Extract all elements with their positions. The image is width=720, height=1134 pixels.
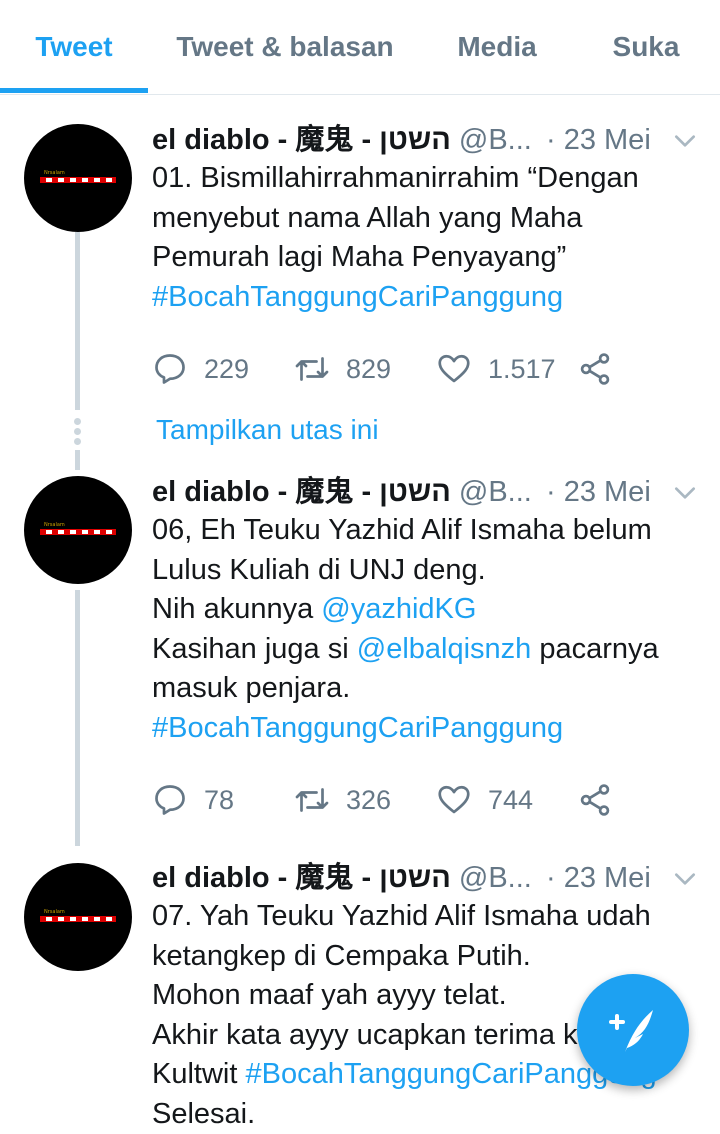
thread-dot (74, 428, 81, 435)
tweet-line: ketangkep di Cempaka Putih. (152, 937, 712, 977)
share-icon (577, 351, 613, 387)
retweet-icon (294, 782, 330, 818)
like-count: 1.517 (488, 349, 556, 389)
heart-icon (436, 351, 472, 387)
author-name[interactable]: el diablo - 魔鬼 - השטן (152, 476, 451, 508)
tweet-line: Nih akunnya @yazhidKG (152, 590, 712, 630)
tweet-line-text: Kasihan juga si (152, 633, 357, 665)
tab-media[interactable]: Media (432, 0, 562, 94)
thread-dot (74, 438, 81, 445)
hashtag-link[interactable]: #BocahTanggungCariPanggung (152, 281, 563, 313)
author-name[interactable]: el diablo - 魔鬼 - השטן (152, 124, 451, 156)
author-handle[interactable]: @B... (459, 124, 532, 156)
svg-text:Nrsalam: Nrsalam (44, 170, 65, 176)
share-icon (577, 782, 613, 818)
tweet-line-text: Kultwit (152, 1058, 245, 1090)
profile-tabs: Tweet Tweet & balasan Media Suka (0, 0, 720, 95)
heart-icon (436, 782, 472, 818)
tweet-line: Lulus Kuliah di UNJ deng. (152, 551, 712, 591)
tweet-line: #BocahTanggungCariPanggung (152, 709, 712, 749)
svg-text:Nrsalam: Nrsalam (44, 522, 65, 528)
tweet-text: 01. Bismillahirrahmanirrahim “Dengan men… (152, 159, 712, 317)
reply-icon (152, 782, 188, 818)
reply-icon (152, 351, 188, 387)
compose-feather-icon (605, 1002, 661, 1058)
thread-dot (74, 418, 81, 425)
avatar-logo-icon: Nrsalam (38, 168, 118, 188)
tweet-header: el diablo - 魔鬼 - השטן @B... (152, 472, 532, 512)
retweet-icon (294, 351, 330, 387)
tweet-line: Pemurah lagi Maha Penyayang” (152, 238, 712, 278)
author-handle[interactable]: @B... (459, 862, 532, 894)
show-thread-link[interactable]: Tampilkan utas ini (156, 410, 379, 450)
thread-line (75, 450, 80, 470)
avatar[interactable]: Nrsalam (24, 476, 132, 584)
compose-tweet-button[interactable] (577, 974, 689, 1086)
reply-count: 78 (204, 780, 234, 820)
author-handle[interactable]: @B... (459, 476, 532, 508)
retweet-count: 326 (346, 780, 391, 820)
tweet-line-text: Nih akunnya (152, 593, 321, 625)
tab-tweet-and-replies[interactable]: Tweet & balasan (152, 0, 418, 94)
hashtag-link[interactable]: #BocahTanggungCariPanggung (152, 712, 563, 744)
avatar[interactable]: Nrsalam (24, 124, 132, 232)
avatar-logo-icon: Nrsalam (38, 907, 118, 927)
tweet-time[interactable]: · 23 Mei (546, 120, 651, 160)
tweet-line: Selesai. (152, 1095, 712, 1134)
tweet-line: 01. Bismillahirrahmanirrahim “Dengan (152, 159, 712, 199)
mention-link[interactable]: @yazhidKG (321, 593, 476, 625)
tweet-line: masuk penjara. (152, 669, 712, 709)
like-count: 744 (488, 780, 533, 820)
tab-likes[interactable]: Suka (590, 0, 702, 94)
tweet-line: 07. Yah Teuku Yazhid Alif Ismaha udah (152, 897, 712, 937)
author-name[interactable]: el diablo - 魔鬼 - השטן (152, 862, 451, 894)
mention-link[interactable]: @elbalqisnzh (357, 633, 532, 665)
thread-line (75, 590, 80, 846)
svg-text:Nrsalam: Nrsalam (44, 909, 65, 915)
tweet-line: menyebut nama Allah yang Maha (152, 199, 712, 239)
chevron-down-icon[interactable] (672, 866, 698, 892)
chevron-down-icon[interactable] (672, 128, 698, 154)
tweet-time[interactable]: · 23 Mei (546, 858, 651, 898)
chevron-down-icon[interactable] (672, 480, 698, 506)
tweet-text: 06, Eh Teuku Yazhid Alif Ismaha belum Lu… (152, 511, 712, 748)
tweet-line: Kasihan juga si @elbalqisnzh pacarnya (152, 630, 712, 670)
tweet-line: 06, Eh Teuku Yazhid Alif Ismaha belum (152, 511, 712, 551)
retweet-count: 829 (346, 349, 391, 389)
thread-line (75, 232, 80, 410)
tab-tweet[interactable]: Tweet (0, 0, 148, 94)
tweet-line-text: pacarnya (531, 633, 658, 665)
tweet-header: el diablo - 魔鬼 - השטן @B... (152, 120, 532, 160)
active-tab-indicator (0, 88, 148, 93)
tweet-header: el diablo - 魔鬼 - השטן @B... (152, 858, 532, 898)
tweet-time[interactable]: · 23 Mei (546, 472, 651, 512)
avatar[interactable]: Nrsalam (24, 863, 132, 971)
avatar-logo-icon: Nrsalam (38, 520, 118, 540)
reply-count: 229 (204, 349, 249, 389)
tweet-line: #BocahTanggungCariPanggung (152, 278, 712, 318)
